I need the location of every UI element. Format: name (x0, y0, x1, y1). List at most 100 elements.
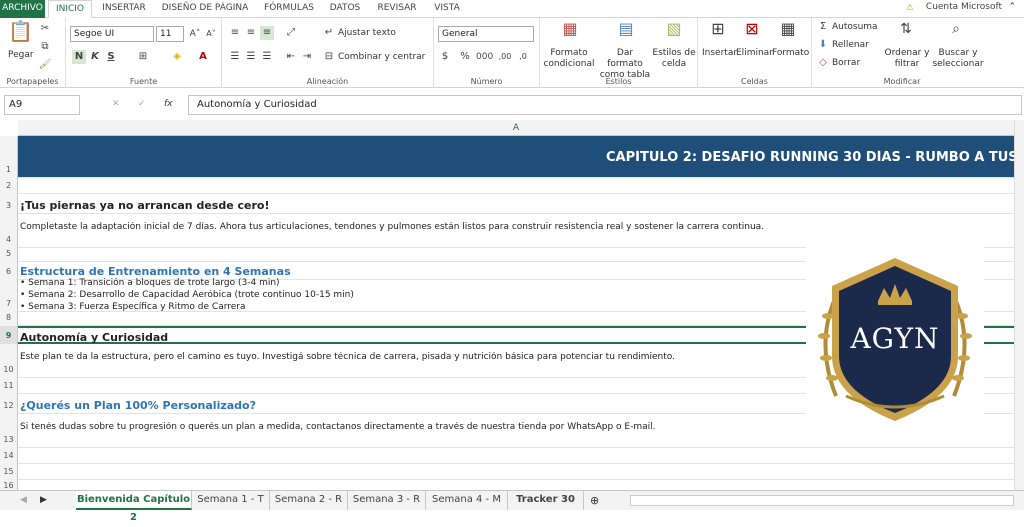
insert-cells-icon[interactable]: ⊞ (708, 21, 728, 44)
align-middle-icon[interactable]: ≡ (244, 26, 258, 40)
autosum-button[interactable]: Autosuma (832, 22, 878, 32)
format-painter-icon[interactable]: 🖌 (38, 58, 52, 72)
tab-inicio[interactable]: INICIO (48, 0, 92, 18)
fill-color-icon[interactable]: ◈ (170, 50, 184, 64)
account-menu[interactable]: Cuenta Microsoft (926, 2, 1002, 12)
sheet-tab-semana-4[interactable]: Semana 4 - M (426, 491, 508, 510)
conditional-format-icon[interactable]: ▦ (560, 21, 580, 44)
bold-button[interactable]: N (72, 50, 86, 64)
column-header-a[interactable]: A (18, 120, 1014, 136)
sheet-tab-semana-2[interactable]: Semana 2 - R (270, 491, 348, 510)
tab-insertar[interactable]: INSERTAR (96, 0, 152, 18)
delete-cells-icon[interactable]: ⊠ (742, 21, 762, 44)
row-header[interactable]: 7 (0, 280, 18, 312)
align-center-icon[interactable]: ☰ (244, 50, 258, 64)
comma-style-icon[interactable]: 000 (476, 50, 493, 64)
align-left-icon[interactable]: ☰ (228, 50, 242, 64)
table-row[interactable] (18, 178, 1014, 194)
row-header[interactable]: 4 (0, 214, 18, 248)
row-header[interactable]: 3 (0, 194, 18, 214)
table-row[interactable]: Completaste la adaptación inicial de 7 d… (18, 214, 1014, 248)
font-name-select[interactable]: Segoe UI (70, 26, 154, 42)
copy-icon[interactable]: ⧉ (38, 40, 52, 54)
row-header[interactable]: 15 (0, 464, 18, 480)
font-size-select[interactable]: 11 (156, 26, 184, 42)
cancel-icon[interactable]: ✕ (112, 99, 120, 109)
conditional-format-button[interactable]: Formato condicional (542, 48, 596, 70)
sheet-tab-bienvenida[interactable]: Bienvenida Capítulo 2 (76, 491, 192, 523)
autosum-icon[interactable]: Σ (816, 20, 830, 34)
row-header[interactable]: 10 (0, 344, 18, 378)
ribbon-collapse-icon[interactable]: ⌃ (1008, 2, 1016, 12)
orientation-icon[interactable]: ⤢ (284, 26, 298, 40)
find-select-button[interactable]: Buscar y seleccionar (930, 48, 986, 70)
table-row[interactable]: CAPÍTULO 2: DESAFÍO RUNNING 30 DÍAS - RU… (18, 136, 1024, 178)
tab-diseno[interactable]: DISEÑO DE PÁGINA (158, 0, 252, 18)
enter-icon[interactable]: ✓ (138, 99, 146, 109)
add-sheet-icon[interactable]: ⊕ (590, 494, 599, 507)
align-top-icon[interactable]: ≡ (228, 26, 242, 40)
accounting-icon[interactable]: $ (438, 50, 452, 64)
cell-styles-button[interactable]: Estilos de celda (652, 48, 696, 70)
decrease-indent-icon[interactable]: ⇤ (284, 50, 298, 64)
delete-button[interactable]: Eliminar (736, 48, 773, 58)
insert-function-icon[interactable]: fx (164, 99, 173, 109)
increase-decimal-icon[interactable]: ,00 (498, 50, 512, 64)
row-header[interactable]: 12 (0, 394, 18, 414)
underline-button[interactable]: S (104, 50, 118, 64)
align-right-icon[interactable]: ☰ (260, 50, 274, 64)
wrap-text-button[interactable]: Ajustar texto (338, 28, 396, 38)
paste-icon[interactable]: 📋 (8, 21, 33, 46)
paste-button[interactable]: Pegar (8, 50, 34, 60)
row-header[interactable]: 8 (0, 312, 18, 326)
increase-indent-icon[interactable]: ⇥ (300, 50, 314, 64)
row-header[interactable]: 11 (0, 378, 18, 394)
percent-icon[interactable]: % (458, 50, 472, 64)
tab-formulas[interactable]: FÓRMULAS (258, 0, 320, 18)
sort-filter-icon[interactable]: ⇅ (896, 22, 916, 44)
tab-datos[interactable]: DATOS (324, 0, 366, 18)
row-header[interactable]: 2 (0, 178, 18, 194)
format-button[interactable]: Formato (772, 48, 809, 58)
sheet-tab-semana-1[interactable]: Semana 1 - T (192, 491, 270, 510)
borders-icon[interactable]: ⊞ (136, 50, 150, 64)
font-color-icon[interactable]: A (196, 50, 210, 64)
row-header[interactable]: 13 (0, 414, 18, 448)
cell-styles-icon[interactable]: ▧ (664, 21, 684, 44)
grow-font-icon[interactable]: A˄ (188, 27, 202, 41)
agyn-logo-image[interactable]: AGYN (806, 246, 984, 431)
find-select-icon[interactable]: ⌕ (946, 22, 966, 44)
table-row[interactable] (18, 448, 1014, 464)
row-header[interactable]: 6 (0, 262, 18, 280)
tab-archivo[interactable]: ARCHIVO (0, 0, 45, 18)
clear-icon[interactable]: ◇ (816, 56, 830, 70)
italic-button[interactable]: K (88, 50, 102, 64)
horizontal-scrollbar[interactable] (630, 495, 1014, 506)
tab-vista[interactable]: VISTA (428, 0, 466, 18)
align-bottom-icon[interactable]: ≡ (260, 26, 274, 40)
row-header[interactable]: 14 (0, 448, 18, 464)
clear-button[interactable]: Borrar (832, 58, 860, 68)
row-header[interactable]: 1 (0, 136, 18, 178)
wrap-text-icon[interactable]: ↵ (322, 26, 336, 40)
scroll-right-icon[interactable]: ▶ (40, 495, 47, 505)
merge-icon[interactable]: ⊟ (322, 50, 336, 64)
decrease-decimal-icon[interactable]: ,0 (516, 50, 530, 64)
fill-button[interactable]: Rellenar (832, 40, 869, 50)
sheet-tab-semana-3[interactable]: Semana 3 - R (348, 491, 426, 510)
insert-button[interactable]: Insertar (702, 48, 737, 58)
table-row[interactable] (18, 464, 1014, 480)
format-cells-icon[interactable]: ▦ (778, 21, 798, 44)
format-table-icon[interactable]: ▤ (616, 21, 636, 44)
row-header[interactable]: 9 (0, 326, 18, 344)
vertical-scrollbar[interactable] (1014, 120, 1024, 490)
sheet-tab-tracker[interactable]: Tracker 30 (508, 491, 584, 510)
row-header[interactable]: 5 (0, 248, 18, 262)
tab-revisar[interactable]: REVISAR (372, 0, 422, 18)
cut-icon[interactable]: ✂ (38, 22, 52, 36)
table-row[interactable]: ¡Tus piernas ya no arrancan desde cero! (18, 194, 1014, 214)
fill-icon[interactable]: ⬇ (816, 38, 830, 52)
name-box[interactable]: A9 (4, 95, 80, 115)
scroll-left-icon[interactable]: ◀ (20, 495, 27, 505)
sort-filter-button[interactable]: Ordenar y filtrar (884, 48, 930, 70)
